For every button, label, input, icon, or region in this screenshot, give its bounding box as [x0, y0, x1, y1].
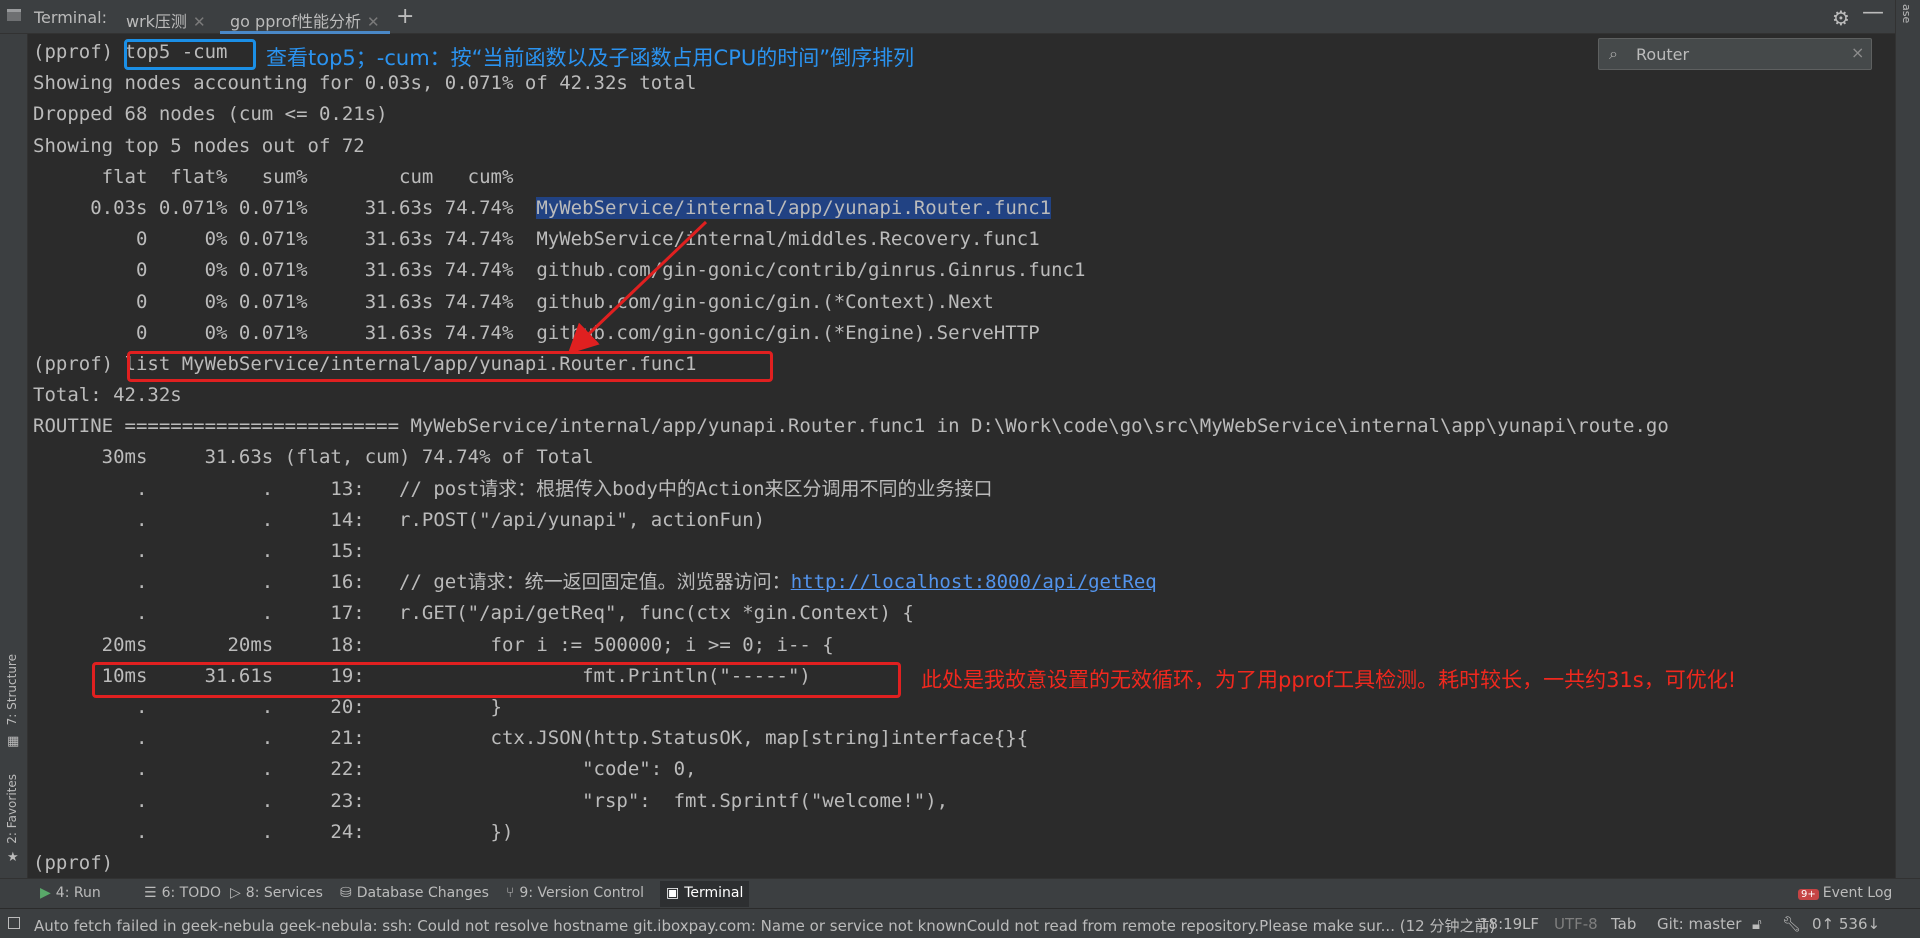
terminal-line: 0 0% 0.071% 31.63s 74.74% MyWebService/i…: [33, 228, 1040, 251]
run-toolwindow[interactable]: ▶ 4: Run: [40, 885, 101, 901]
database-icon: ⛁: [340, 885, 352, 901]
terminal-output[interactable]: (pprof) top5 -cum Showing nodes accountin…: [28, 34, 1895, 878]
terminal-toolwindow[interactable]: ▣ Terminal: [660, 881, 750, 907]
favorites-toolwindow[interactable]: 2: Favorites: [5, 774, 19, 844]
tool-window-bar: ▶ 4: Run ☰ 6: TODO ▷ 8: Services ⛁ Database …: [0, 878, 1920, 908]
annotation-box-list: [127, 351, 773, 382]
version-control-toolwindow[interactable]: ⑂ 9: Version Control: [506, 885, 644, 901]
todo-toolwindow[interactable]: ☰ 6: TODO: [144, 885, 221, 901]
close-icon[interactable]: ✕: [367, 13, 380, 31]
terminal-line: . . 24: }): [33, 820, 514, 843]
terminal-line: . . 15:: [33, 540, 365, 562]
getreq-link[interactable]: http://localhost:8000/api/getReq: [791, 571, 1157, 593]
terminal-line: 30ms 31.63s (flat, cum) 74.74% of Total: [33, 446, 594, 469]
terminal-line: Dropped 68 nodes (cum <= 0.21s): [33, 103, 388, 126]
tab-pprof-label: go pprof性能分析: [230, 12, 361, 31]
minimize-button[interactable]: —: [1862, 0, 1884, 25]
annotation-top5-text: 查看top5；-cum：按“当前函数以及子函数占用CPU的时间”倒序排列: [266, 46, 915, 70]
caret-position[interactable]: 18:19: [1479, 915, 1522, 933]
search-icon: ⌕: [1609, 44, 1618, 63]
status-bar: Auto fetch failed in geek-nebula geek-ne…: [0, 908, 1920, 938]
structure-toolwindow[interactable]: 7: Structure: [5, 654, 19, 725]
wrench-icon[interactable]: 🔧︎: [1782, 915, 1801, 933]
git-branch[interactable]: Git: master: [1657, 915, 1741, 933]
terminal-line: . . 16: // get请求：统一返回固定值。浏览器访问：http://lo…: [33, 571, 1157, 594]
terminal-line: 20ms 20ms 18: for i := 500000; i >= 0; i…: [33, 633, 834, 656]
add-tab-button[interactable]: +: [396, 4, 414, 29]
indent-setting[interactable]: Tab: [1611, 915, 1636, 933]
todo-icon: ☰: [144, 885, 157, 901]
line-separator[interactable]: LF: [1522, 915, 1539, 933]
file-encoding[interactable]: UTF-8: [1554, 915, 1598, 933]
terminal-line: (pprof): [33, 851, 114, 874]
event-log-toolwindow[interactable]: 9+ Event Log: [1798, 885, 1892, 901]
terminal-line: 0 0% 0.071% 31.63s 74.74% github.com/gin…: [33, 259, 1086, 282]
status-message[interactable]: Auto fetch failed in geek-nebula geek-ne…: [34, 915, 1495, 936]
annotation-loop-text: 此处是我故意设置的无效循环，为了用pprof工具检测。耗时较长，一共约31s，可…: [921, 668, 1737, 692]
left-tool-strip: 7: Structure ▦ 2: Favorites ★: [0, 34, 28, 878]
close-icon[interactable]: ✕: [193, 13, 206, 31]
terminal-line: . . 22: "code": 0,: [33, 758, 697, 781]
terminal-line: Total: 42.32s: [33, 384, 182, 407]
run-icon: ▶: [40, 885, 51, 901]
right-tool-strip: ase: [1895, 0, 1920, 878]
terminal-line: . . 21: ctx.JSON(http.StatusOK, map[stri…: [33, 727, 1029, 750]
lock-icon[interactable]: 🔓︎: [1752, 915, 1762, 933]
terminal-line: . . 13: // post请求：根据传入body中的Action来区分调用不…: [33, 477, 993, 500]
annotation-box-top5: [124, 39, 256, 70]
vcs-counter[interactable]: 0↑ 536↓: [1812, 915, 1880, 933]
right-strip-label[interactable]: ase: [1900, 4, 1913, 23]
tab-wrk-label: wrk压测: [126, 12, 187, 31]
database-changes-toolwindow[interactable]: ⛁ Database Changes: [340, 885, 489, 901]
terminal-line: flat flat% sum% cum cum%: [33, 165, 514, 188]
event-log-badge: 9+: [1798, 889, 1819, 900]
search-input[interactable]: [1636, 43, 1836, 65]
structure-icon: ▦: [7, 734, 20, 749]
terminal-line: ROUTINE ======================== MyWebSe…: [33, 415, 1669, 438]
clear-search-icon[interactable]: ×: [1851, 43, 1864, 62]
tab-wrk[interactable]: wrk压测 ✕: [116, 0, 216, 34]
terminal-line: 0 0% 0.071% 31.63s 74.74% github.com/gin…: [33, 321, 1040, 344]
terminal-line: . . 23: "rsp": fmt.Sprintf("welcome!"),: [33, 789, 949, 812]
tab-pprof[interactable]: go pprof性能分析 ✕: [220, 0, 390, 34]
vcs-icon: ⑂: [506, 885, 515, 901]
terminal-line: Showing top 5 nodes out of 72: [33, 134, 365, 157]
annotation-box-loop: [92, 662, 901, 698]
terminal-tab-bar: Terminal: wrk压测 ✕ go pprof性能分析 ✕ + ⚙ —: [0, 0, 1920, 34]
terminal-line: 0 0% 0.071% 31.63s 74.74% github.com/gin…: [33, 290, 994, 313]
terminal-icon: ▣: [666, 885, 680, 901]
terminal-window-icon: [7, 9, 21, 21]
terminal-line: 0.03s 0.071% 0.071% 31.63s 74.74% MyWebS…: [33, 196, 1052, 219]
terminal-lines: (pprof) top5 -cum Showing nodes accountin…: [33, 37, 1669, 879]
status-toggle-icon[interactable]: [8, 917, 20, 929]
terminal-line: Showing nodes accounting for 0.03s, 0.07…: [33, 72, 697, 95]
search-box[interactable]: ⌕ ×: [1598, 38, 1872, 70]
services-toolwindow[interactable]: ▷ 8: Services: [230, 885, 323, 901]
services-icon: ▷: [230, 885, 241, 901]
gear-icon[interactable]: ⚙: [1832, 6, 1850, 30]
search-match-highlight: MyWebService/internal/app/yunapi.Router.…: [536, 196, 1052, 219]
terminal-label: Terminal:: [34, 8, 108, 27]
terminal-line: . . 17: r.GET("/api/getReq", func(ctx *g…: [33, 602, 914, 625]
star-icon: ★: [7, 850, 19, 865]
terminal-line: . . 14: r.POST("/api/yunapi", actionFun): [33, 508, 766, 531]
